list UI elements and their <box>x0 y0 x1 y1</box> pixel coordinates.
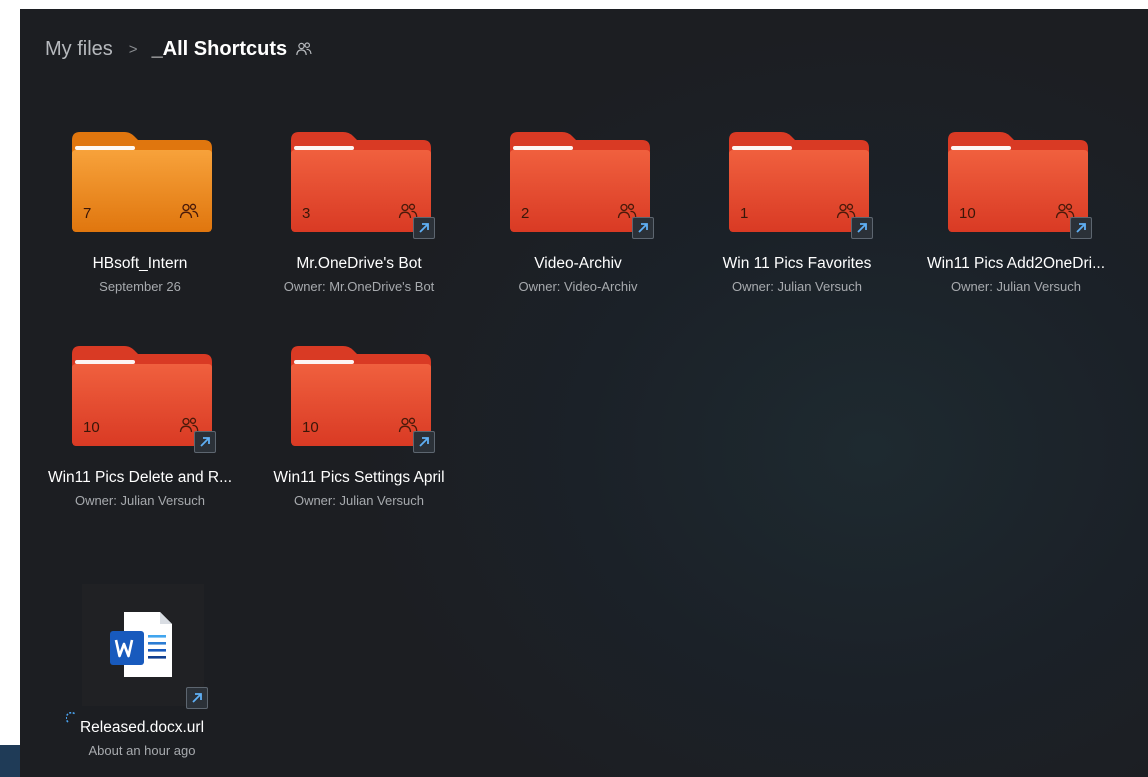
folder-meta: Owner: Mr.OneDrive's Bot <box>283 279 435 294</box>
folder-name: Win11 Pics Add2OneDri... <box>926 255 1106 272</box>
folder-meta: Owner: Video-Archiv <box>518 279 638 294</box>
item-count: 10 <box>83 419 100 436</box>
folder-tile[interactable]: 10 Win11 Pics Add2OneDri... Owner: Julian … <box>896 112 1116 312</box>
folder-icon: 10 <box>291 346 435 461</box>
folder-icon: 7 <box>72 132 212 247</box>
shortcut-arrow-icon <box>632 217 654 239</box>
folder-icon: 3 <box>291 132 435 247</box>
folder-meta: Owner: Julian Versuch <box>74 493 206 508</box>
item-count: 2 <box>521 205 530 222</box>
taskbar-strip <box>0 745 20 777</box>
breadcrumb-my-files[interactable]: My files <box>45 38 113 61</box>
item-count: 1 <box>740 205 749 222</box>
file-tile-released-docx[interactable]: Released.docx.url About an hour ago <box>62 584 222 769</box>
folder-meta: Owner: Julian Versuch <box>293 493 425 508</box>
folder-tile[interactable]: 7 HBsoft_Intern September 26 <box>20 112 240 312</box>
folder-tile[interactable]: 10 Win11 Pics Delete and R... Owner: Julia… <box>20 326 240 526</box>
folder-icon: 10 <box>948 132 1092 247</box>
folder-name: HBsoft_Intern <box>92 255 188 272</box>
shortcut-arrow-icon <box>413 431 435 453</box>
breadcrumb-separator: > <box>128 40 138 58</box>
folder-meta: Owner: Julian Versuch <box>950 279 1082 294</box>
folder-meta: September 26 <box>99 279 181 294</box>
item-count: 3 <box>302 205 311 222</box>
item-count: 10 <box>959 205 976 222</box>
folder-name: Win11 Pics Delete and R... <box>47 469 233 486</box>
folder-icon: 10 <box>72 346 216 461</box>
folder-tile[interactable]: 10 Win11 Pics Settings April Owner: Julian… <box>239 326 459 526</box>
folder-tile[interactable]: 1 Win 11 Pics Favorites Owner: Julian Vers… <box>677 112 897 312</box>
item-count: 7 <box>83 205 92 222</box>
item-count: 10 <box>302 419 319 436</box>
folder-icon: 2 <box>510 132 654 247</box>
people-icon <box>295 40 313 58</box>
file-modified: About an hour ago <box>88 743 196 758</box>
shortcut-arrow-icon <box>413 217 435 239</box>
folder-icon: 1 <box>729 132 873 247</box>
folder-name: Win11 Pics Settings April <box>273 469 445 486</box>
folder-tile[interactable]: 3 Mr.OneDrive's Bot Owner: Mr.OneDrive's B… <box>239 112 459 312</box>
file-explorer-panel: My files > _All Shortcuts 7 HBsoft_Intern… <box>20 9 1148 777</box>
folder-name: Video-Archiv <box>534 255 622 272</box>
shortcut-arrow-icon <box>1070 217 1092 239</box>
breadcrumb: My files > _All Shortcuts <box>45 35 313 63</box>
shortcut-arrow-icon <box>194 431 216 453</box>
file-name: Released.docx.url <box>79 719 205 736</box>
folder-tile[interactable]: 2 Video-Archiv Owner: Video-Archiv <box>458 112 678 312</box>
folder-name: Mr.OneDrive's Bot <box>296 255 422 272</box>
shortcut-arrow-icon <box>186 687 208 709</box>
folder-meta: Owner: Julian Versuch <box>731 279 863 294</box>
shortcut-arrow-icon <box>851 217 873 239</box>
shared-people-icon <box>178 202 200 220</box>
folder-name: Win 11 Pics Favorites <box>722 255 872 272</box>
breadcrumb-current-folder[interactable]: _All Shortcuts <box>152 38 288 61</box>
